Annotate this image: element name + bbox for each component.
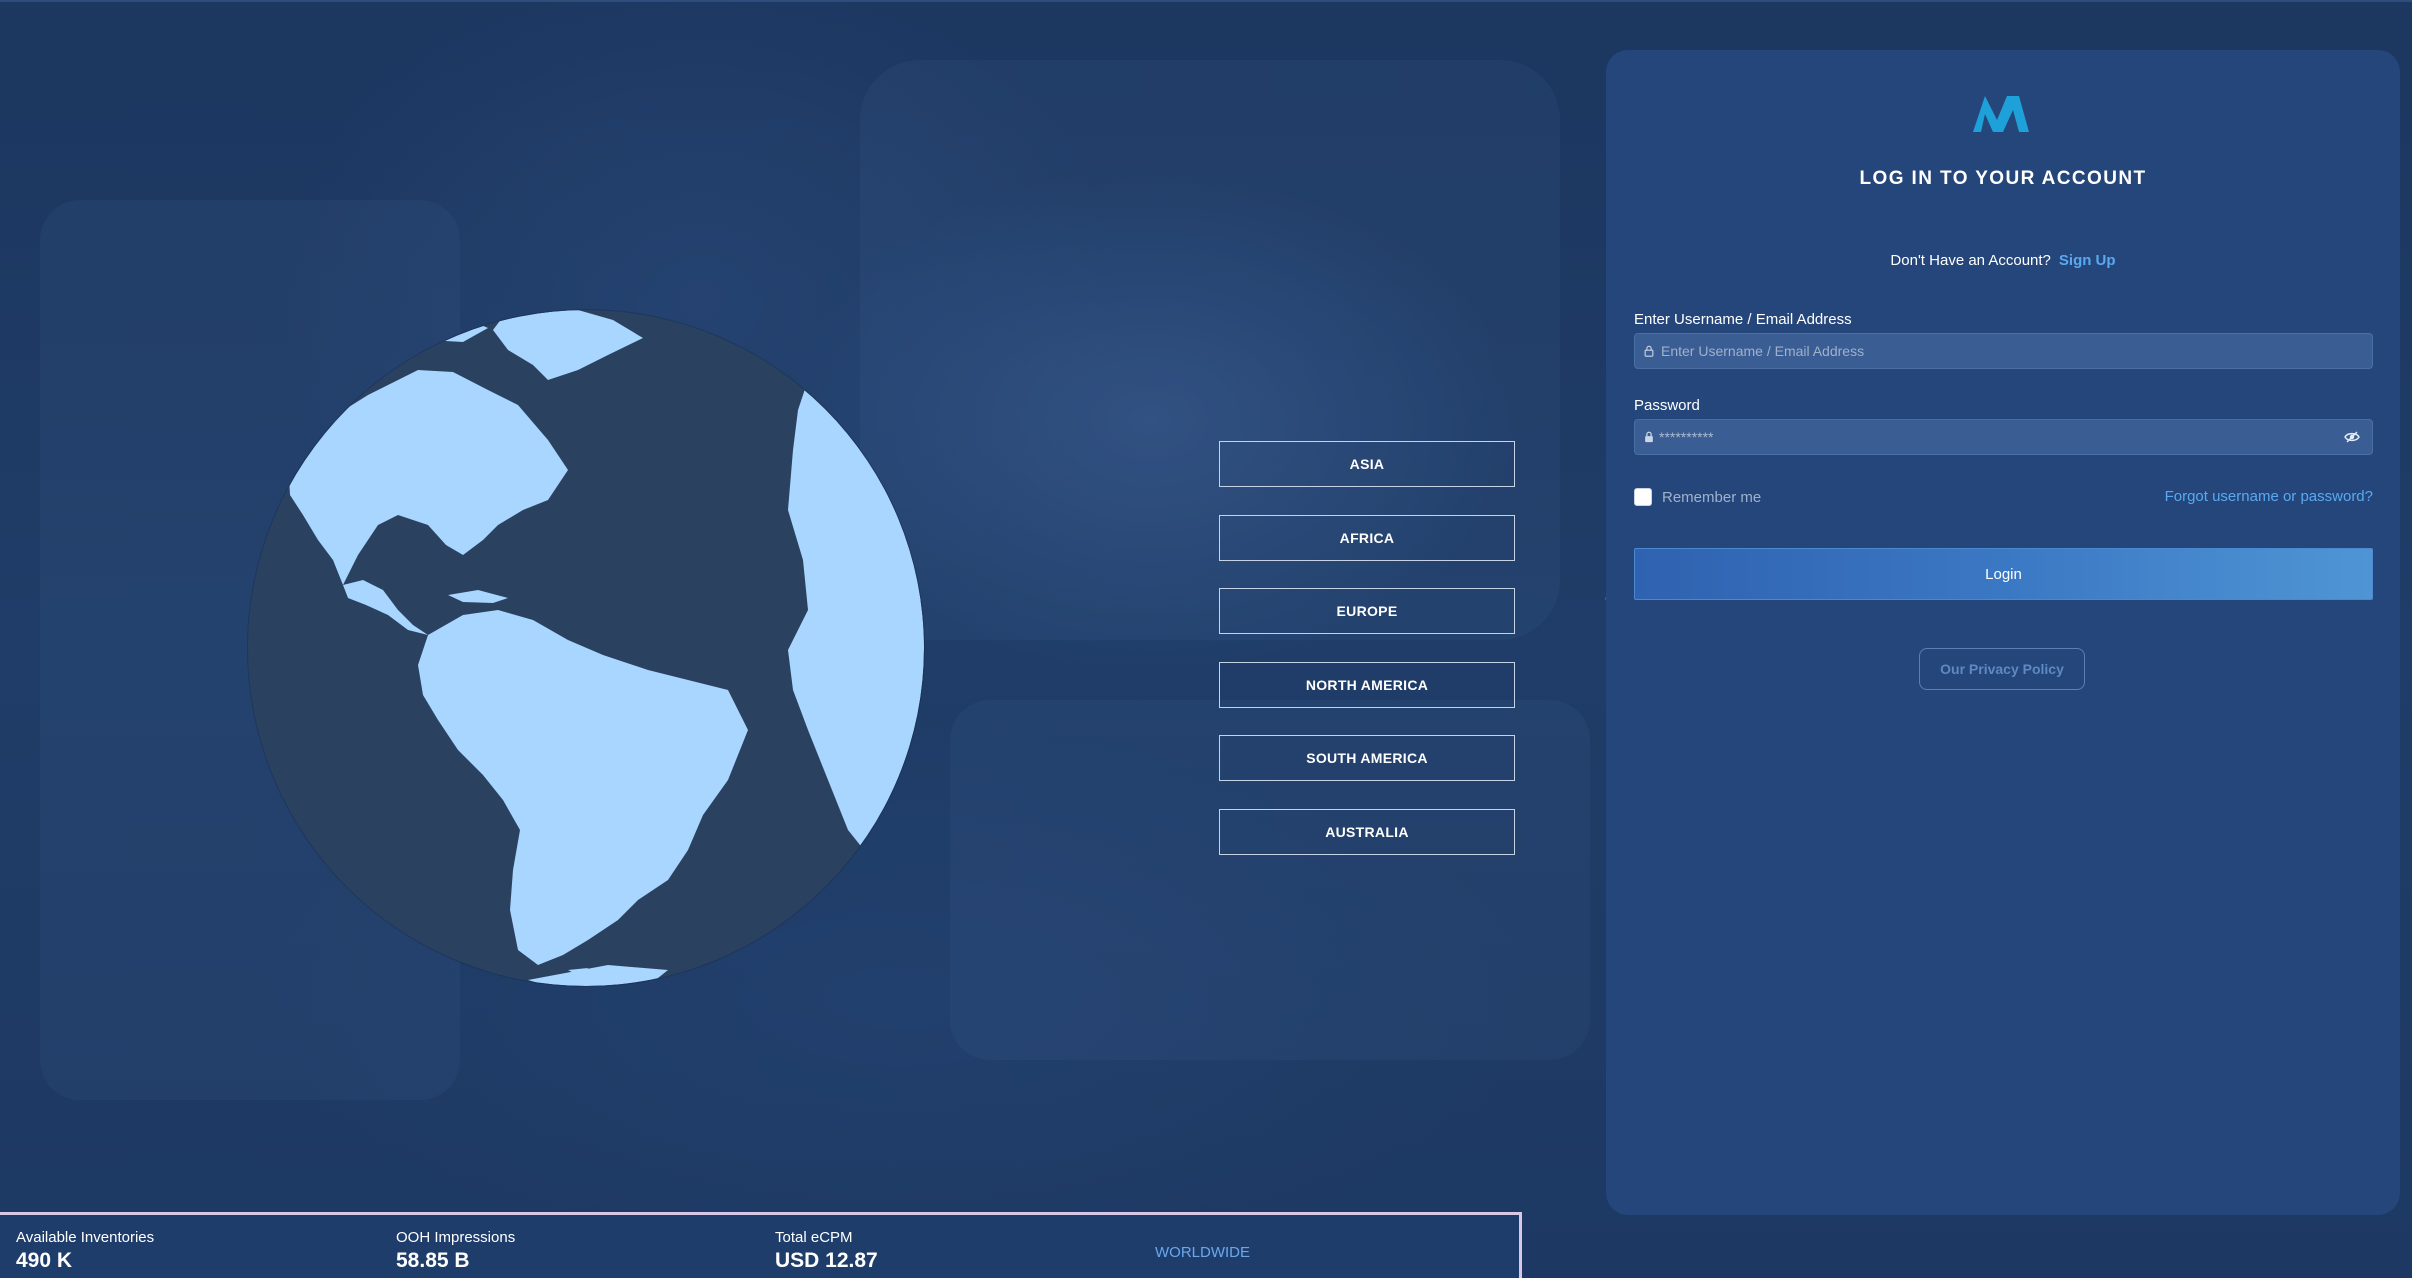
- south-america-shape: [418, 610, 748, 965]
- password-field[interactable]: **********: [1634, 419, 2373, 455]
- login-title: LOG IN TO YOUR ACCOUNT: [1859, 168, 2147, 189]
- caribbean-shape: [448, 590, 508, 603]
- greenland-shape: [493, 310, 643, 380]
- stat-value: 490 K: [16, 1249, 73, 1272]
- continent-button-europe[interactable]: EUROPE: [1219, 588, 1515, 634]
- continent-list: ASIA AFRICA EUROPE NORTH AMERICA SOUTH A…: [1219, 441, 1517, 882]
- remember-me: Remember me: [1634, 488, 1761, 506]
- password-input[interactable]: **********: [1659, 429, 1713, 445]
- stat-label: OOH Impressions: [396, 1229, 516, 1246]
- stats-bar: Available Inventories 490 K OOH Impressi…: [0, 1212, 1522, 1278]
- region-selector[interactable]: WORLDWIDE: [1155, 1244, 1250, 1261]
- brand-logo: [1971, 88, 2031, 138]
- remember-checkbox[interactable]: [1634, 488, 1652, 506]
- privacy-policy-button[interactable]: Our Privacy Policy: [1919, 648, 2085, 690]
- continent-button-asia[interactable]: ASIA: [1219, 441, 1515, 487]
- central-america-shape: [343, 580, 428, 635]
- lock-icon: [1643, 430, 1657, 444]
- login-panel: LOG IN TO YOUR ACCOUNT Don't Have an Acc…: [1606, 50, 2400, 1215]
- stat-value: 58.85 B: [396, 1249, 470, 1272]
- stat-value: USD 12.87: [775, 1249, 878, 1272]
- stat-total-ecpm: Total eCPM USD 12.87: [775, 1229, 878, 1273]
- remember-label: Remember me: [1662, 488, 1762, 506]
- continent-button-north-america[interactable]: NORTH AMERICA: [1219, 661, 1515, 708]
- stat-label: Available Inventories: [16, 1229, 155, 1246]
- continent-button-south-america[interactable]: SOUTH AMERICA: [1219, 735, 1515, 781]
- username-field[interactable]: [1634, 333, 2373, 369]
- eye-icon[interactable]: [2344, 429, 2360, 445]
- username-input[interactable]: [1659, 342, 2372, 360]
- username-label: Enter Username / Email Address: [1634, 311, 1852, 328]
- continent-button-africa[interactable]: AFRICA: [1219, 514, 1515, 561]
- no-account-text: Don't Have an Account?: [1890, 252, 2051, 269]
- world-globe[interactable]: [248, 310, 924, 986]
- stat-label: Total eCPM: [775, 1229, 853, 1246]
- signup-row: Don't Have an Account? Sign Up: [1606, 252, 2400, 269]
- login-button[interactable]: Login: [1634, 548, 2373, 600]
- continent-button-australia[interactable]: AUSTRALIA: [1219, 808, 1515, 855]
- forgot-password-link[interactable]: Forgot username or password?: [2165, 488, 2373, 505]
- user-lock-icon: [1643, 344, 1657, 358]
- stat-available-inventories: Available Inventories 490 K: [16, 1229, 154, 1273]
- top-border: [0, 0, 2412, 2]
- password-label: Password: [1634, 397, 1700, 414]
- globe-map: [288, 310, 924, 986]
- signup-link[interactable]: Sign Up: [2059, 252, 2116, 269]
- stat-ooh-impressions: OOH Impressions 58.85 B: [396, 1229, 515, 1273]
